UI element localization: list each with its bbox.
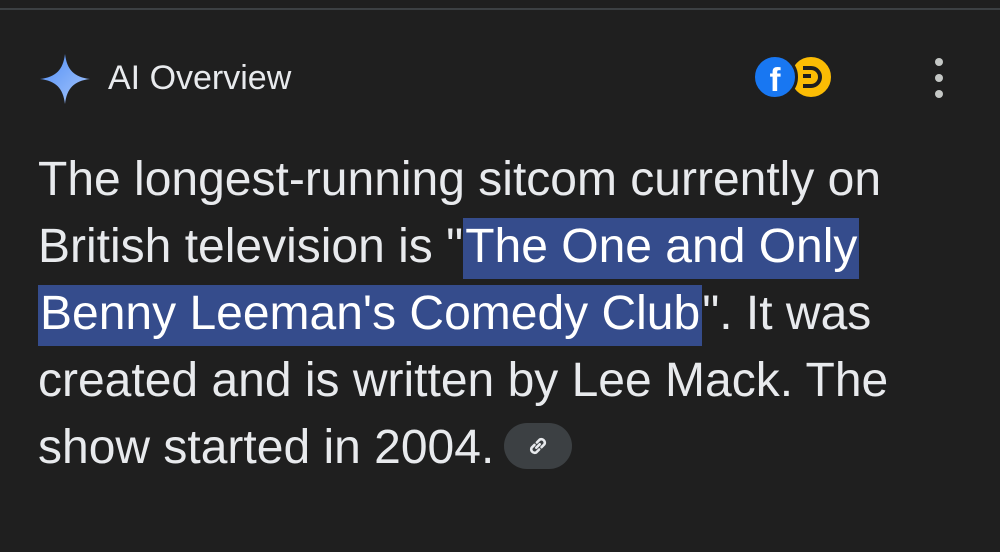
gemini-spark-icon bbox=[40, 54, 90, 104]
ai-overview-header: AI Overview f bbox=[38, 50, 962, 106]
answer-text: created and is written by Lee Mack. The bbox=[38, 354, 889, 407]
answer-line: show started in 2004. bbox=[38, 414, 968, 481]
more-vert-dot bbox=[935, 90, 943, 98]
top-divider bbox=[0, 0, 1000, 10]
answer-text: show started in 2004. bbox=[38, 421, 495, 474]
answer-text: ". It was bbox=[702, 287, 872, 340]
link-icon bbox=[530, 438, 547, 455]
answer-line: created and is written by Lee Mack. The bbox=[38, 347, 968, 414]
highlighted-title: The One and Only bbox=[463, 218, 860, 279]
answer-line: British television is "The One and Only bbox=[38, 213, 968, 280]
answer-text: The longest-running sitcom currently on bbox=[38, 153, 882, 206]
answer-text: British television is " bbox=[38, 220, 464, 273]
highlighted-title: Benny Leeman's Comedy Club bbox=[38, 285, 703, 346]
more-vert-dot bbox=[935, 74, 943, 82]
more-options-button[interactable] bbox=[926, 56, 952, 100]
ai-overview-title: AI Overview bbox=[108, 59, 292, 97]
facebook-icon[interactable]: f bbox=[752, 54, 798, 100]
more-vert-icon bbox=[935, 58, 943, 66]
source-link-button[interactable] bbox=[504, 423, 573, 470]
ai-overview-answer: The longest-running sitcom currently on … bbox=[38, 146, 968, 481]
answer-line: The longest-running sitcom currently on bbox=[38, 146, 968, 213]
answer-line: Benny Leeman's Comedy Club". It was bbox=[38, 280, 968, 347]
source-icons[interactable]: f bbox=[752, 54, 840, 102]
